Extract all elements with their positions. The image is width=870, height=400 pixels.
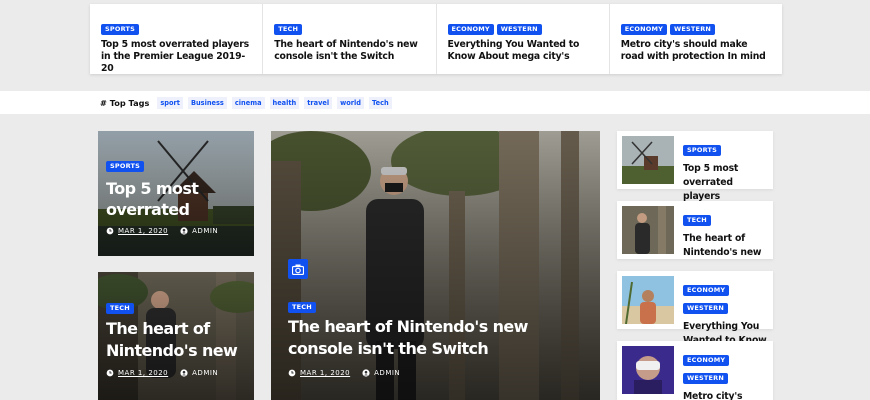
user-icon xyxy=(362,369,370,377)
photographer-thumbnail xyxy=(622,206,674,254)
top-tags-heading: # Top Tags xyxy=(100,97,150,108)
top-post-title[interactable]: The heart of Nintendo's new console isn'… xyxy=(274,39,425,63)
user-icon xyxy=(180,369,188,377)
category-badge[interactable]: TECH xyxy=(274,24,303,35)
category-badge[interactable]: ECONOMY xyxy=(447,24,494,35)
post-date[interactable]: MAR 1, 2020 xyxy=(300,369,350,377)
post-thumbnail[interactable] xyxy=(622,346,674,394)
top-post-title[interactable]: Top 5 most overrated players in the Prem… xyxy=(101,39,252,75)
post-author[interactable]: ADMIN xyxy=(192,227,218,235)
tag-link[interactable]: Business xyxy=(187,96,227,109)
category-badge[interactable]: TECH xyxy=(106,303,134,314)
tag-link[interactable]: travel xyxy=(304,96,333,109)
tag-link[interactable]: cinema xyxy=(231,96,265,109)
category-badge[interactable]: ECONOMY xyxy=(683,285,730,296)
top-post-card[interactable]: ECONOMY WESTERN Everything You Wanted to … xyxy=(437,4,610,74)
beach-thumbnail xyxy=(622,276,674,324)
tag-link[interactable]: world xyxy=(337,96,364,109)
post-date[interactable]: MAR 1, 2020 xyxy=(118,227,168,235)
featured-post-title[interactable]: The heart of Nintendo's new console isn'… xyxy=(288,316,588,360)
featured-post-title[interactable]: Top 5 most overrated xyxy=(106,178,246,220)
category-badge[interactable]: TECH xyxy=(683,215,711,226)
category-badge[interactable]: WESTERN xyxy=(670,24,716,35)
category-badge[interactable]: SPORTS xyxy=(106,161,144,172)
category-badge[interactable]: WESTERN xyxy=(683,373,729,384)
post-thumbnail[interactable] xyxy=(622,206,674,254)
clock-icon xyxy=(288,369,296,377)
top-post-title[interactable]: Everything You Wanted to Know About mega… xyxy=(448,39,599,63)
sidebar-post-title[interactable]: The heart of Nintendo's new xyxy=(683,232,768,260)
clock-icon xyxy=(106,227,114,235)
category-badge[interactable]: ECONOMY xyxy=(683,355,730,366)
clock-icon xyxy=(106,369,114,377)
category-badge[interactable]: WESTERN xyxy=(496,24,542,35)
sidebar-post-title[interactable]: Top 5 most overrated players xyxy=(683,162,768,204)
top-post-card[interactable]: TECH The heart of Nintendo's new console… xyxy=(263,4,437,74)
user-icon xyxy=(180,227,188,235)
sidebar-post[interactable]: SPORTS Top 5 most overrated players xyxy=(617,131,773,202)
category-badge[interactable]: WESTERN xyxy=(683,303,729,314)
post-author[interactable]: ADMIN xyxy=(374,369,400,377)
sidebar-post[interactable]: ECONOMYWESTERN Everything You Wanted to … xyxy=(617,271,773,346)
top-posts-strip: SPORTS Top 5 most overrated players in t… xyxy=(90,4,782,74)
post-author[interactable]: ADMIN xyxy=(192,369,218,377)
featured-post-card[interactable]: SPORTS Top 5 most overrated MAR 1, 2020 … xyxy=(98,131,254,256)
featured-main-card[interactable]: TECH The heart of Nintendo's new console… xyxy=(271,131,600,400)
category-badge[interactable]: TECH xyxy=(288,302,316,313)
featured-post-title[interactable]: The heart of Nintendo's new xyxy=(106,318,251,362)
top-post-card[interactable]: SPORTS Top 5 most overrated players in t… xyxy=(90,4,264,75)
featured-post-card[interactable]: TECH The heart of Nintendo's new MAR 1, … xyxy=(98,272,254,400)
top-tags-bar: # Top Tags sport Business cinema health … xyxy=(0,91,870,114)
category-badge[interactable]: ECONOMY xyxy=(620,24,668,35)
tag-link[interactable]: sport xyxy=(157,96,183,109)
category-badge[interactable]: SPORTS xyxy=(683,145,721,156)
windmill-thumbnail xyxy=(622,136,674,184)
sidebar-post[interactable]: ECONOMY WESTERN Metro city's should make xyxy=(617,341,773,400)
tag-link[interactable]: health xyxy=(269,96,300,109)
camera-icon xyxy=(292,264,304,275)
post-thumbnail[interactable] xyxy=(622,276,674,324)
category-badge[interactable]: SPORTS xyxy=(101,24,139,35)
sidebar-post[interactable]: TECH The heart of Nintendo's new xyxy=(617,201,773,259)
top-post-title[interactable]: Metro city's should make road with prote… xyxy=(621,39,772,63)
post-date[interactable]: MAR 1, 2020 xyxy=(118,369,168,377)
vr-headset-thumbnail xyxy=(622,346,674,394)
gallery-button[interactable] xyxy=(288,259,308,279)
sidebar-post-title[interactable]: Metro city's should make xyxy=(683,390,768,400)
top-post-card[interactable]: ECONOMY WESTERN Metro city's should make … xyxy=(610,4,782,74)
tag-link[interactable]: Tech xyxy=(369,96,392,109)
post-thumbnail[interactable] xyxy=(622,136,674,184)
